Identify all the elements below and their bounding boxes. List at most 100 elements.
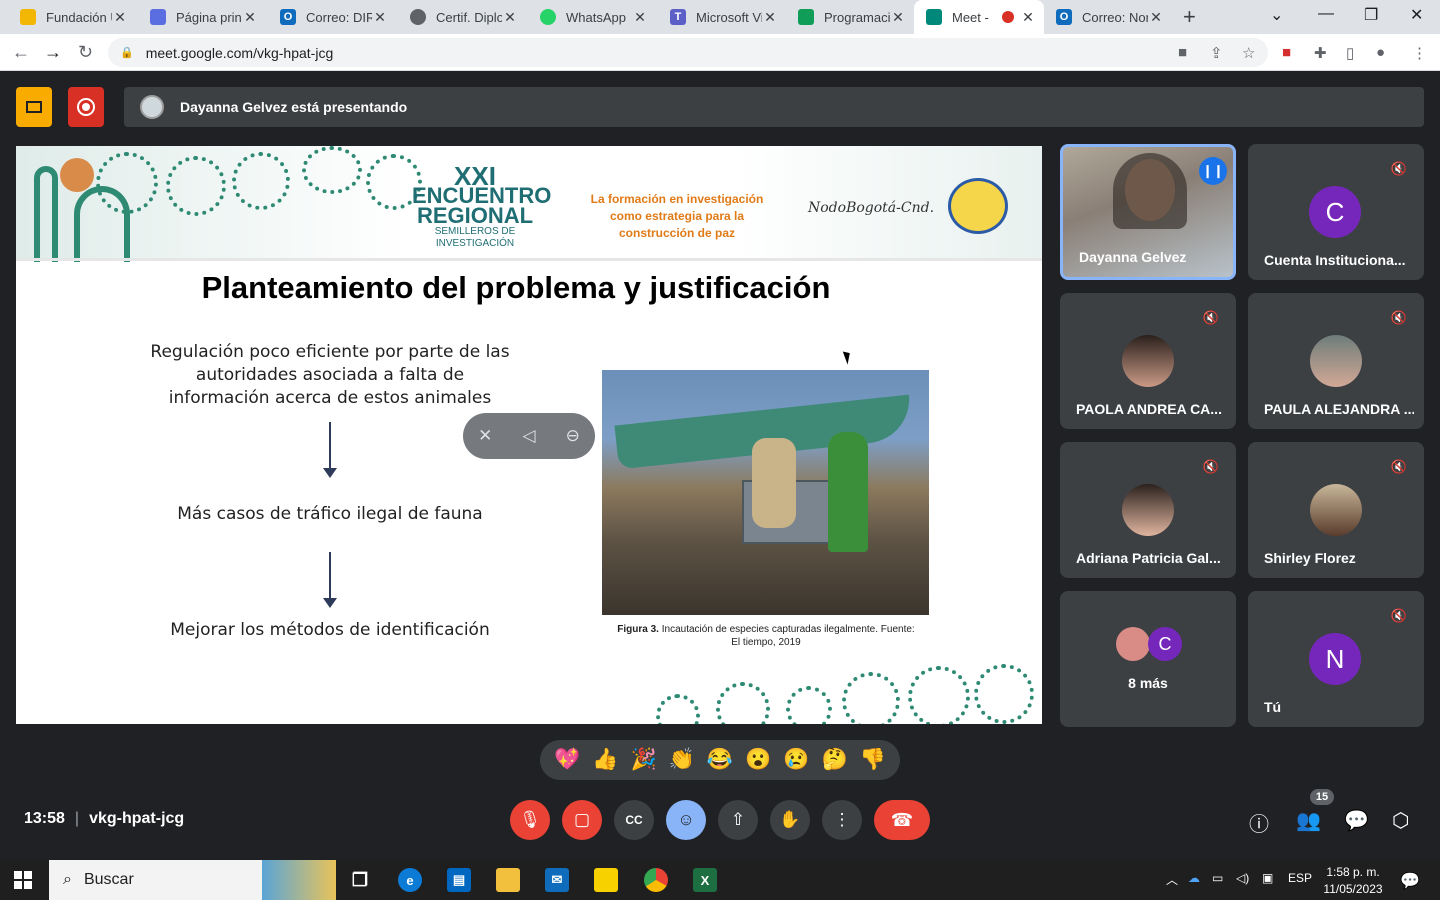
swirl-decoration xyxy=(842,672,900,724)
language-indicator[interactable]: ESP xyxy=(1288,871,1312,885)
tab-fundacion[interactable]: Fundación U✕ xyxy=(8,0,136,34)
remove-icon[interactable]: ⊖ xyxy=(566,426,580,446)
reaction-clap[interactable]: 👏 xyxy=(669,748,695,772)
leave-call-button[interactable]: ☎ xyxy=(874,800,930,840)
pin-off-icon[interactable]: ✕ xyxy=(478,426,492,446)
excel-icon[interactable]: X xyxy=(693,868,717,892)
tab-search-icon[interactable]: ⌄ xyxy=(1270,5,1283,25)
swirl-decoration xyxy=(908,666,970,724)
share-icon[interactable]: ⇪ xyxy=(1210,44,1223,62)
people-icon[interactable]: 👥 xyxy=(1296,808,1321,833)
close-window-button[interactable]: ✕ xyxy=(1410,5,1423,25)
reactions-button[interactable]: ☺ xyxy=(666,800,706,840)
new-tab-button[interactable]: + xyxy=(1183,4,1196,30)
sticky-notes-icon[interactable] xyxy=(594,868,618,892)
avatar xyxy=(1310,484,1362,536)
more-options-button[interactable]: ⋮ xyxy=(822,800,862,840)
taskbar-clock[interactable]: 1:58 p. m. 11/05/2023 xyxy=(1318,864,1388,898)
close-tab-icon[interactable]: ✕ xyxy=(502,9,518,26)
participant-tile-cuenta[interactable]: 🔇 C Cuenta Instituciona... xyxy=(1248,144,1424,280)
red-seal-logo xyxy=(948,178,1008,234)
minimize-button[interactable]: — xyxy=(1318,5,1334,23)
extensions-icon[interactable]: ✚ xyxy=(1314,44,1327,62)
tab-pagina-principal[interactable]: Página princ ✕ xyxy=(138,0,266,34)
mic-toggle-button[interactable]: 🎙 xyxy=(510,800,550,840)
reaction-party[interactable]: 🎉 xyxy=(630,748,656,772)
network-icon[interactable]: ▭ xyxy=(1212,871,1223,885)
camera-icon[interactable]: ■ xyxy=(1178,44,1187,61)
close-tab-icon[interactable]: ✕ xyxy=(890,9,906,26)
chat-icon[interactable]: 💬 xyxy=(1344,808,1369,833)
layout-icon[interactable] xyxy=(16,87,52,127)
close-tab-icon[interactable]: ✕ xyxy=(632,9,648,26)
recording-button[interactable] xyxy=(68,87,104,127)
mic-muted-icon: 🔇 xyxy=(1390,161,1408,176)
participant-tile-paula[interactable]: 🔇 PAULA ALEJANDRA ... xyxy=(1248,293,1424,429)
tab-programacion[interactable]: Programacio✕ xyxy=(786,0,914,34)
reaction-sad[interactable]: 😢 xyxy=(783,748,809,772)
reaction-heart[interactable]: 💖 xyxy=(554,748,580,772)
camera-toggle-button[interactable]: ▢ xyxy=(562,800,602,840)
info-icon[interactable]: ⓘ xyxy=(1249,808,1269,837)
forward-icon[interactable]: → xyxy=(44,42,62,63)
bookmark-star-icon[interactable]: ☆ xyxy=(1242,44,1255,62)
close-tab-icon[interactable]: ✕ xyxy=(242,9,258,26)
tab-meet-active[interactable]: Meet - ✕ xyxy=(914,0,1044,34)
reaction-thumbs-down[interactable]: 👎 xyxy=(860,748,886,772)
close-tab-icon[interactable]: ✕ xyxy=(112,9,128,26)
globe-icon xyxy=(410,9,426,25)
profile-icon[interactable]: ● xyxy=(1376,44,1385,61)
participant-tile-dayanna[interactable]: ❙❙ Dayanna Gelvez xyxy=(1060,144,1236,280)
taskbar-search-box[interactable]: ⌕ Buscar xyxy=(49,860,336,900)
tab-whatsapp[interactable]: WhatsApp ✕ xyxy=(528,0,656,34)
windows-start-icon[interactable] xyxy=(14,871,32,889)
tab-correo-dir[interactable]: O Correo: DIR ✕ xyxy=(268,0,396,34)
close-tab-icon[interactable]: ✕ xyxy=(372,9,388,26)
participant-tile-shirley[interactable]: 🔇 Shirley Florez xyxy=(1248,442,1424,578)
maximize-button[interactable]: ❐ xyxy=(1364,5,1378,25)
store-icon[interactable]: ▤ xyxy=(447,868,471,892)
volume-icon[interactable]: ◁) xyxy=(1236,871,1249,885)
reaction-surprised[interactable]: 😮 xyxy=(745,748,771,772)
mail-icon[interactable]: ✉ xyxy=(545,868,569,892)
close-tab-icon[interactable]: ✕ xyxy=(1148,9,1164,26)
acrobat-extension-icon[interactable]: ■ xyxy=(1282,44,1291,61)
sidepanel-icon[interactable]: ▯ xyxy=(1346,44,1354,62)
participant-tile-paola[interactable]: 🔇 PAOLA ANDREA CA... xyxy=(1060,293,1236,429)
outlook-icon: O xyxy=(1056,9,1072,25)
raise-hand-button[interactable]: ✋ xyxy=(770,800,810,840)
onedrive-icon[interactable]: ☁ xyxy=(1188,871,1200,885)
close-tab-icon[interactable]: ✕ xyxy=(1020,9,1036,26)
presenter-floating-controls: ✕ ◁ ⊖ xyxy=(463,413,595,459)
file-explorer-icon[interactable] xyxy=(496,868,520,892)
reaction-laugh[interactable]: 😂 xyxy=(707,748,733,772)
url-field[interactable]: 🔒 meet.google.com/vkg-hpat-jcg xyxy=(108,38,1268,67)
browser-menu-icon[interactable]: ⋮ xyxy=(1412,44,1427,62)
chrome-icon[interactable] xyxy=(644,868,668,892)
show-hidden-icons[interactable]: ︿ xyxy=(1166,871,1178,888)
speaking-indicator-icon: ❙❙ xyxy=(1199,157,1227,185)
tab-microsoft[interactable]: T Microsoft Vi ✕ xyxy=(658,0,786,34)
edge-icon[interactable]: e xyxy=(398,868,422,892)
swirl-decoration xyxy=(232,152,290,210)
tab-certif[interactable]: Certif. Diplo ✕ xyxy=(398,0,526,34)
participant-tile-more[interactable]: C 8 más xyxy=(1060,591,1236,727)
participant-tile-self[interactable]: 🔇 N Tú xyxy=(1248,591,1424,727)
mic-muted-icon: 🔇 xyxy=(1202,459,1220,474)
reaction-thinking[interactable]: 🤔 xyxy=(822,748,848,772)
mic-muted-icon: 🔇 xyxy=(1202,310,1220,325)
notifications-icon[interactable]: 💬 xyxy=(1400,871,1420,891)
mute-audio-icon[interactable]: ◁ xyxy=(522,426,535,446)
tab-correo-nor[interactable]: O Correo: Nor ✕ xyxy=(1044,0,1172,34)
close-tab-icon[interactable]: ✕ xyxy=(762,9,778,26)
captions-button[interactable]: CC xyxy=(614,800,654,840)
reload-icon[interactable]: ↻ xyxy=(78,42,93,63)
participant-tile-adriana[interactable]: 🔇 Adriana Patricia Gal... xyxy=(1060,442,1236,578)
task-view-icon[interactable]: ❐ xyxy=(348,868,372,892)
swirl-decoration xyxy=(302,146,362,194)
activities-icon[interactable]: ⬡ xyxy=(1392,808,1409,833)
display-icon[interactable]: ▣ xyxy=(1262,871,1273,885)
back-icon[interactable]: ← xyxy=(12,42,30,63)
reaction-thumbs-up[interactable]: 👍 xyxy=(592,748,618,772)
present-button[interactable]: ⇧ xyxy=(718,800,758,840)
